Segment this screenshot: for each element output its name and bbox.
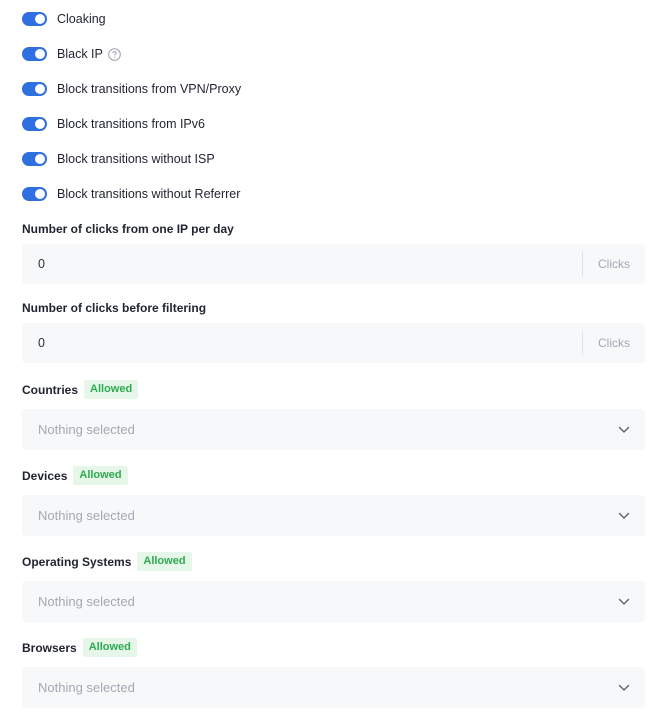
toggle-row-cloaking: Cloaking bbox=[22, 9, 106, 29]
cloaking-toggle[interactable] bbox=[22, 12, 47, 26]
toggle-row-without-isp: Block transitions without ISP bbox=[22, 149, 215, 169]
clicks-per-ip-input[interactable] bbox=[22, 244, 582, 284]
toggle-knob bbox=[35, 14, 45, 24]
clicks-before-filtering-field: Clicks bbox=[22, 323, 645, 363]
vpn-proxy-toggle[interactable] bbox=[22, 82, 47, 96]
select-placeholder: Nothing selected bbox=[38, 680, 135, 695]
allowed-badge[interactable]: Allowed bbox=[137, 552, 192, 571]
countries-label-text: Countries bbox=[22, 382, 79, 397]
toggle-label: Block transitions without Referrer bbox=[57, 187, 241, 201]
devices-label-text: Devices bbox=[22, 468, 68, 483]
clicks-per-ip-field: Clicks bbox=[22, 244, 645, 284]
without-referrer-toggle[interactable] bbox=[22, 187, 47, 201]
clicks-before-filtering-label: Number of clicks before filtering bbox=[22, 301, 207, 315]
allowed-badge[interactable]: Allowed bbox=[73, 466, 128, 485]
toggle-row-ipv6: Block transitions from IPv6 bbox=[22, 114, 205, 134]
toggle-knob bbox=[35, 119, 45, 129]
select-placeholder: Nothing selected bbox=[38, 508, 135, 523]
countries-label: Countries Allowed bbox=[22, 380, 139, 399]
select-placeholder: Nothing selected bbox=[38, 594, 135, 609]
allowed-badge[interactable]: Allowed bbox=[82, 638, 137, 657]
chevron-down-icon bbox=[617, 423, 631, 437]
ipv6-toggle[interactable] bbox=[22, 117, 47, 131]
operating-systems-label-text: Operating Systems bbox=[22, 554, 132, 569]
toggle-label: Block transitions from VPN/Proxy bbox=[57, 82, 242, 96]
browsers-label: Browsers Allowed bbox=[22, 638, 137, 657]
operating-systems-select[interactable]: Nothing selected bbox=[22, 581, 645, 622]
toggle-knob bbox=[35, 154, 45, 164]
toggle-knob bbox=[35, 189, 45, 199]
browsers-select[interactable]: Nothing selected bbox=[22, 667, 645, 708]
toggle-row-black-ip: Black IP bbox=[22, 44, 121, 64]
toggle-label: Black IP bbox=[57, 47, 103, 61]
toggle-knob bbox=[35, 84, 45, 94]
browsers-label-text: Browsers bbox=[22, 640, 77, 655]
clicks-before-filtering-input[interactable] bbox=[22, 323, 582, 363]
toggle-label: Cloaking bbox=[57, 12, 106, 26]
chevron-down-icon bbox=[617, 595, 631, 609]
toggle-knob bbox=[35, 49, 45, 59]
devices-label: Devices Allowed bbox=[22, 466, 128, 485]
clicks-suffix: Clicks bbox=[598, 257, 630, 271]
black-ip-toggle[interactable] bbox=[22, 47, 47, 61]
toggle-label: Block transitions from IPv6 bbox=[57, 117, 205, 131]
chevron-down-icon bbox=[617, 509, 631, 523]
allowed-badge[interactable]: Allowed bbox=[84, 380, 139, 399]
operating-systems-label: Operating Systems Allowed bbox=[22, 552, 192, 571]
toggle-label: Block transitions without ISP bbox=[57, 152, 215, 166]
devices-select[interactable]: Nothing selected bbox=[22, 495, 645, 536]
select-placeholder: Nothing selected bbox=[38, 422, 135, 437]
toggle-row-without-referrer: Block transitions without Referrer bbox=[22, 184, 240, 204]
countries-select[interactable]: Nothing selected bbox=[22, 409, 645, 450]
clicks-suffix: Clicks bbox=[598, 336, 630, 350]
traffic-filter-settings: Cloaking Black IP Block transitions from… bbox=[0, 0, 650, 721]
question-circle-icon[interactable] bbox=[108, 47, 121, 61]
toggle-row-vpn-proxy: Block transitions from VPN/Proxy bbox=[22, 79, 241, 99]
chevron-down-icon bbox=[617, 681, 631, 695]
without-isp-toggle[interactable] bbox=[22, 152, 47, 166]
clicks-per-ip-label: Number of clicks from one IP per day bbox=[22, 222, 234, 236]
